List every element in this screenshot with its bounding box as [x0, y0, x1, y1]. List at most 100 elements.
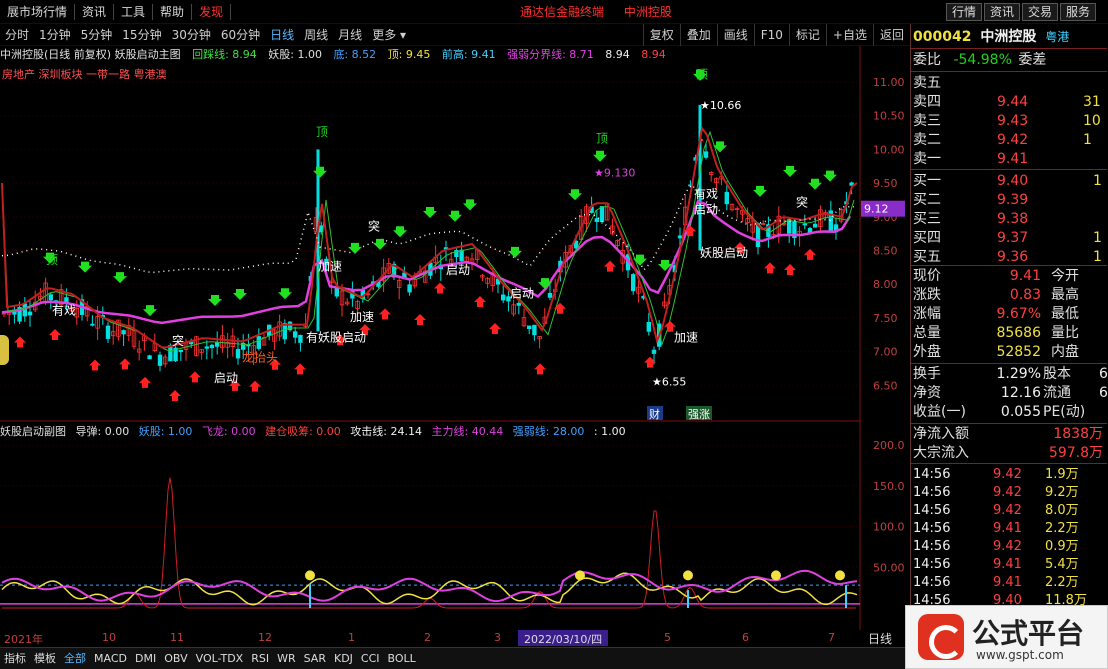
weibi-value: -54.98% — [953, 52, 1012, 68]
candle-body — [802, 223, 807, 226]
app-name: 通达信金融终端 — [520, 5, 605, 19]
buy-price: 9.40 — [997, 173, 1029, 189]
trade-button[interactable]: 交易 — [1022, 3, 1059, 21]
flow-value: 597.8万 — [1048, 445, 1103, 461]
low-label: ★6.55 — [652, 375, 686, 388]
tab-obv[interactable]: OBV — [160, 649, 191, 669]
tab-wr[interactable]: WR — [273, 649, 300, 669]
tab-indicator[interactable]: 指标 — [0, 649, 30, 669]
candle-body — [407, 284, 412, 293]
candle-body — [724, 191, 729, 205]
draw-button[interactable]: 画线 — [716, 23, 754, 46]
logo-icon — [918, 614, 964, 660]
stat-value: 85686 — [996, 325, 1041, 341]
candle-body — [64, 297, 69, 303]
period-intraday[interactable]: 分时 — [0, 24, 34, 46]
news-button[interactable]: 资讯 — [984, 3, 1021, 21]
period-15min[interactable]: 15分钟 — [117, 24, 166, 46]
time-label: 5 — [664, 631, 671, 644]
time-label: 2021年 — [4, 633, 43, 646]
candle-body — [703, 151, 709, 158]
tab-cci[interactable]: CCI — [357, 649, 384, 669]
add-watchlist-button[interactable]: +自选 — [825, 23, 873, 46]
sell-row: 卖二 9.42 1 — [913, 131, 1108, 150]
buy-row: 买二 9.39 — [913, 191, 1108, 210]
stat-row: 外盘 52852 内盘 — [913, 343, 1108, 362]
coin-icon — [575, 570, 585, 581]
quote-button[interactable]: 行情 — [946, 3, 983, 21]
huicai-value: 回踩线: 8.94 — [192, 48, 257, 61]
logo-text: 公式平台 — [972, 617, 1085, 650]
trade-volume: 9.2万 — [1045, 485, 1079, 500]
menu-help[interactable]: 帮助 — [153, 0, 191, 24]
back-button[interactable]: 返回 — [872, 23, 910, 46]
trade-price: 9.41 — [993, 557, 1022, 572]
period-30min[interactable]: 30分钟 — [167, 24, 216, 46]
trade-row: 14:56 9.42 1.9万 — [913, 466, 1108, 484]
overlay-button[interactable]: 叠加 — [679, 23, 717, 46]
mark-button[interactable]: 标记 — [788, 23, 826, 46]
stat-label: 最低 — [1051, 306, 1079, 322]
divider — [911, 48, 1107, 49]
trade-row: 14:56 9.42 0.9万 — [913, 538, 1108, 556]
stock-code: 000042 — [913, 29, 972, 45]
period-indicator: 日线 — [868, 632, 893, 646]
adjust-button[interactable]: 复权 — [642, 23, 680, 46]
menu-news[interactable]: 资讯 — [75, 0, 113, 24]
jiancang-value: 建仓吸筹: 0.00 — [265, 425, 341, 438]
period-60min[interactable]: 60分钟 — [216, 24, 265, 46]
coin-icon — [771, 570, 781, 581]
candle-body — [594, 218, 599, 222]
tab-kdj[interactable]: KDJ — [330, 649, 357, 669]
signal-label: 加速 — [318, 260, 342, 274]
candle-body — [27, 311, 33, 316]
tab-template[interactable]: 模板 — [30, 649, 60, 669]
period-monthly[interactable]: 月线 — [333, 24, 367, 46]
period-daily[interactable]: 日线 — [265, 24, 299, 46]
high-label: ★10.66 — [700, 99, 741, 112]
sub-title: 妖股启动副图 — [0, 425, 66, 438]
signal-label: 突 — [368, 218, 380, 233]
stat-row: 收益(一) 0.055 PE(动) — [913, 403, 1108, 422]
sub-indicator-chart[interactable]: 200.0 150.0 100.0 50.00 — [0, 420, 910, 630]
stat-value: 6 — [1099, 366, 1108, 382]
tab-macd[interactable]: MACD — [90, 649, 131, 669]
sell-price: 9.41 — [997, 151, 1029, 167]
main-price-chart[interactable]: 顶顶 顶顶★10.66★6.55★9.130有戏启动加速加速突突突启动启动加速有戏… — [0, 46, 910, 420]
main-indicator-title: 中洲控股(日线 前复权) 妖股启动主图 — [0, 48, 181, 61]
tab-rsi[interactable]: RSI — [247, 649, 273, 669]
buy-label: 买五 — [913, 249, 941, 265]
menu-market[interactable]: 展市场行情 — [0, 0, 74, 24]
trade-row: 14:56 9.42 9.2万 — [913, 484, 1108, 502]
sell-label: 卖二 — [913, 132, 941, 148]
service-button[interactable]: 服务 — [1060, 3, 1097, 21]
sub-tick: 100.0 — [873, 521, 905, 534]
trade-volume: 1.9万 — [1045, 467, 1079, 482]
stat-value: 9.41 — [1009, 268, 1041, 284]
time-label: 1 — [348, 631, 355, 644]
period-more[interactable]: 更多 ▾ — [367, 24, 411, 46]
f10-button[interactable]: F10 — [753, 23, 789, 46]
period-1min[interactable]: 1分钟 — [34, 24, 76, 46]
sub-indicator-legend: 妖股启动副图 导弹: 0.00 妖股: 1.00 飞龙: 0.00 建仓吸筹: … — [0, 423, 860, 439]
tab-boll[interactable]: BOLL — [384, 649, 420, 669]
period-5min[interactable]: 5分钟 — [76, 24, 118, 46]
flow-value: 1838万 — [1053, 426, 1103, 442]
menu-discover[interactable]: 发现 — [192, 0, 230, 24]
candle-body — [147, 355, 152, 360]
tab-vol-tdx[interactable]: VOL-TDX — [192, 649, 248, 669]
tab-all[interactable]: 全部 — [60, 649, 90, 669]
buy-row: 买三 9.38 — [913, 210, 1108, 229]
buy-label: 买一 — [913, 173, 941, 189]
menu-tools[interactable]: 工具 — [114, 0, 152, 24]
signal-label: 加速 — [350, 310, 374, 324]
period-weekly[interactable]: 周线 — [299, 24, 333, 46]
tab-dmi[interactable]: DMI — [131, 649, 160, 669]
tab-sar[interactable]: SAR — [300, 649, 330, 669]
stat-label: 净资 — [913, 385, 941, 401]
time-label: 6 — [742, 631, 749, 644]
panel-handle[interactable] — [0, 335, 9, 365]
stat-row: 净资 12.16 流通 6 — [913, 384, 1108, 403]
time-label: 2 — [424, 631, 431, 644]
stat-label: 涨幅 — [913, 306, 941, 322]
